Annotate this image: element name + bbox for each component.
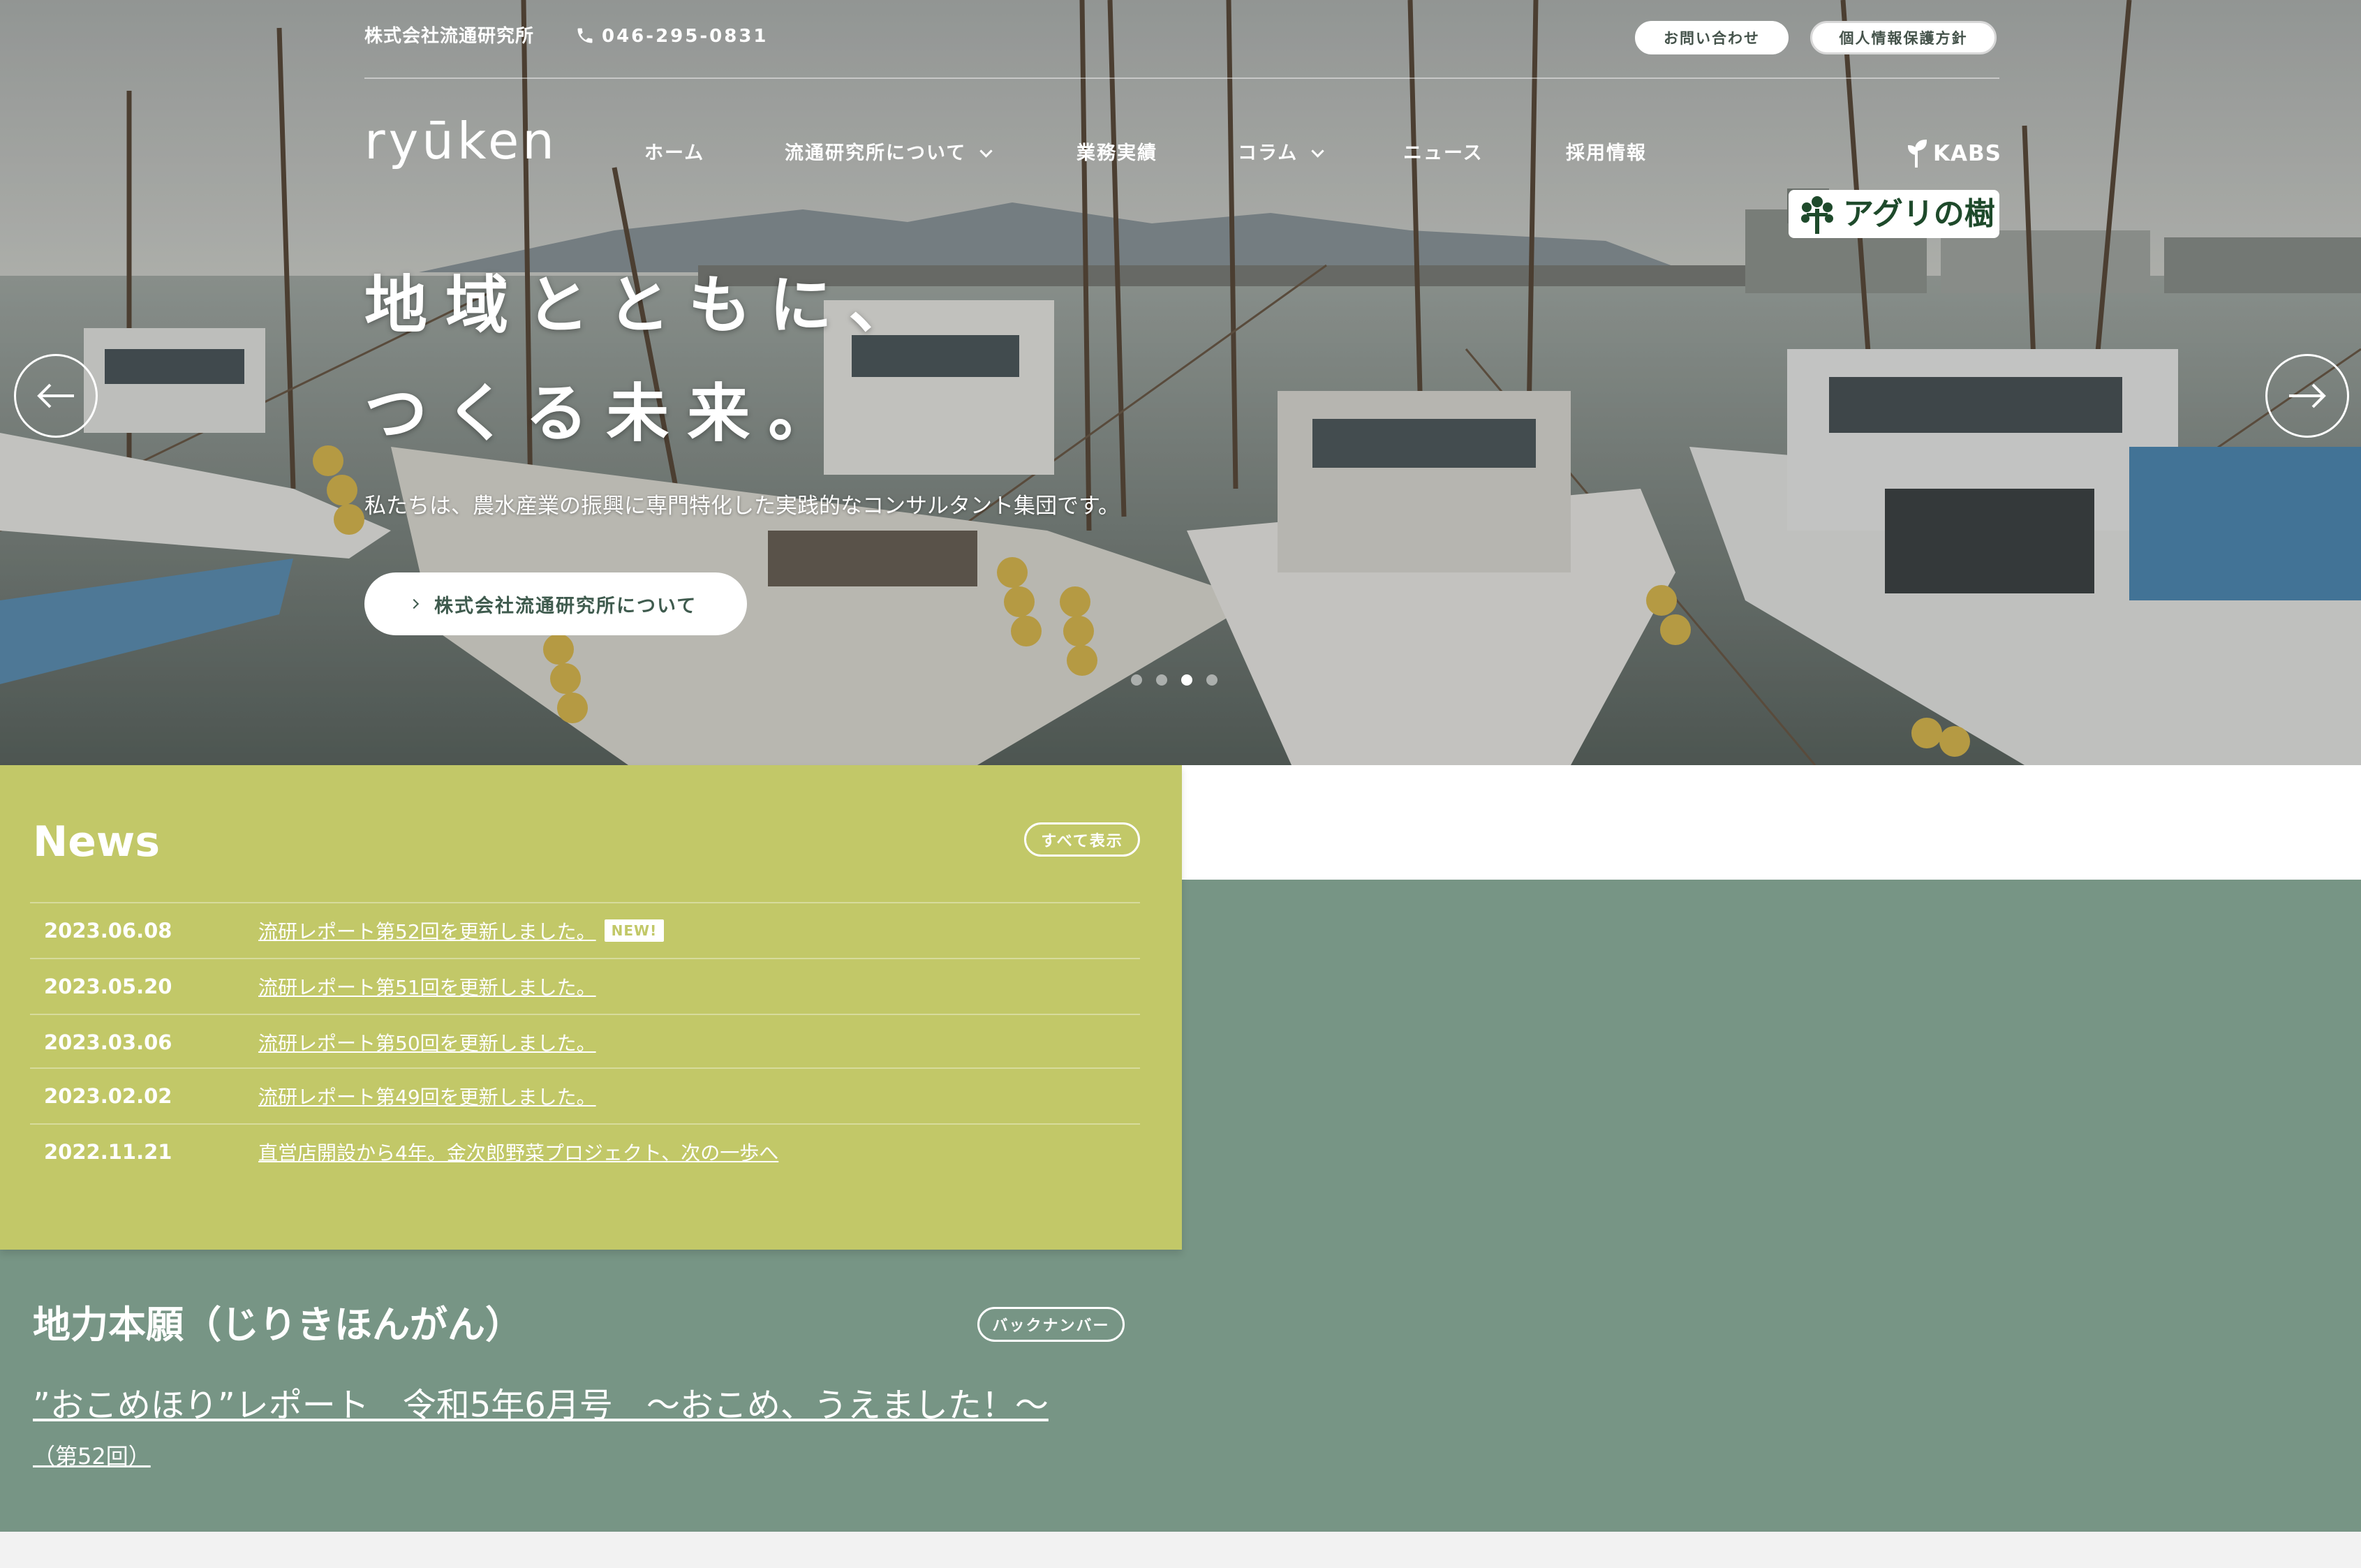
back-number-button[interactable]: バックナンバー [977, 1307, 1125, 1342]
news-item: 2023.06.08 流研レポート第52回を更新しました。 NEW! [30, 902, 1140, 958]
header-divider [364, 77, 1999, 79]
hero-slider: 株式会社流通研究所 046-295-0831 お問い合わせ 個人情報保護方針 r… [0, 0, 2361, 765]
slider-prev-button[interactable] [14, 354, 98, 438]
hero-headline-line1: 地域とともに、 [364, 269, 930, 342]
phone-icon [575, 25, 595, 46]
news-date: 2023.05.20 [44, 975, 172, 998]
chevron-down-icon [979, 144, 993, 158]
nav-works[interactable]: 業務実績 [1076, 142, 1157, 165]
nav-label: 業務実績 [1076, 142, 1157, 164]
nav-label: 採用情報 [1566, 142, 1647, 164]
news-link[interactable]: 流研レポート第52回を更新しました。 [258, 917, 596, 945]
nav-news[interactable]: ニュース [1403, 142, 1483, 165]
cta-label: 株式会社流通研究所について [434, 595, 697, 617]
photo-detail [0, 0, 2361, 765]
column-title: 地力本願（じりきほんがん） [33, 1303, 523, 1347]
news-date: 2023.02.02 [44, 1084, 172, 1108]
hero-subtitle: 私たちは、農水産業の振興に専門特化した実践的なコンサルタント集団です。 [364, 494, 1120, 519]
contact-button[interactable]: お問い合わせ [1635, 21, 1789, 54]
news-link[interactable]: 直営店開設から4年。金次郎野菜プロジェクト、次の一歩へ [258, 1138, 778, 1166]
nav-label: 流通研究所について [785, 142, 967, 164]
news-link[interactable]: 流研レポート第51回を更新しました。 [258, 972, 596, 1000]
news-list: 2023.06.08 流研レポート第52回を更新しました。 NEW! 2023.… [30, 902, 1140, 1181]
nav-home[interactable]: ホーム [644, 142, 704, 165]
nav-label: ニュース [1403, 142, 1483, 164]
news-link[interactable]: 流研レポート第50回を更新しました。 [258, 1028, 596, 1056]
news-item: 2023.02.02 流研レポート第49回を更新しました。 [30, 1067, 1140, 1123]
new-badge: NEW! [604, 919, 665, 942]
news-date: 2023.03.06 [44, 1030, 172, 1054]
news-item: 2023.05.20 流研レポート第51回を更新しました。 [30, 958, 1140, 1014]
news-date: 2022.11.21 [44, 1140, 172, 1164]
chevron-down-icon [1311, 144, 1324, 158]
right-white-band [1182, 765, 2361, 880]
hero-headline-line2: つくる未来。 [364, 377, 850, 450]
site-logo[interactable]: ryūken [364, 116, 558, 166]
nav-label: コラム [1238, 142, 1298, 164]
agri-no-ki-logo[interactable]: アグリの樹 [1789, 190, 1999, 238]
hero-photo [0, 0, 2361, 765]
column-panel: 地力本願（じりきほんがん） バックナンバー ”おこめほり”レポート 令和5年6月… [0, 1250, 1182, 1532]
chevron-right-icon [408, 598, 420, 609]
company-name: 株式会社流通研究所 [364, 26, 535, 47]
column-article-issue[interactable]: （第52回） [33, 1445, 151, 1467]
view-all-news-button[interactable]: すべて表示 [1024, 822, 1140, 857]
arrow-left-icon [37, 383, 74, 408]
slider-pagination [1131, 674, 1236, 688]
nav-about[interactable]: 流通研究所について [785, 142, 993, 165]
tree-icon [1798, 195, 1836, 234]
kabs-label: KABS [1933, 141, 2001, 166]
about-company-button[interactable]: 株式会社流通研究所について [364, 572, 747, 635]
slider-dot[interactable] [1156, 674, 1167, 686]
agri-logo-text: アグリの樹 [1843, 195, 1995, 232]
news-panel: News すべて表示 2023.06.08 流研レポート第52回を更新しました。… [0, 765, 1182, 1250]
slider-next-button[interactable] [2265, 354, 2349, 438]
news-title: News [33, 818, 161, 866]
photo-overlay [0, 0, 2361, 765]
kabs-leaf-icon [1907, 139, 1927, 168]
slider-dot[interactable] [1131, 674, 1142, 686]
news-item: 2022.11.21 直営店開設から4年。金次郎野菜プロジェクト、次の一歩へ [30, 1123, 1140, 1179]
phone-number[interactable]: 046-295-0831 [602, 27, 769, 45]
privacy-policy-button[interactable]: 個人情報保護方針 [1810, 21, 1997, 54]
slider-dot[interactable] [1206, 674, 1217, 686]
nav-label: ホーム [644, 142, 705, 164]
kabs-link[interactable]: KABS [1907, 139, 2001, 168]
slider-dot[interactable] [1181, 674, 1192, 686]
news-item: 2023.03.06 流研レポート第50回を更新しました。 [30, 1014, 1140, 1070]
footer-strip [0, 1532, 2361, 1568]
news-date: 2023.06.08 [44, 919, 172, 942]
news-link[interactable]: 流研レポート第49回を更新しました。 [258, 1082, 596, 1110]
right-green-panel [1182, 880, 2361, 1532]
nav-column[interactable]: コラム [1238, 142, 1324, 165]
column-article-link[interactable]: ”おこめほり”レポート 令和5年6月号 ～おこめ、うえました！～ [33, 1389, 1049, 1422]
nav-recruit[interactable]: 採用情報 [1566, 142, 1647, 165]
arrow-right-icon [2289, 383, 2326, 408]
